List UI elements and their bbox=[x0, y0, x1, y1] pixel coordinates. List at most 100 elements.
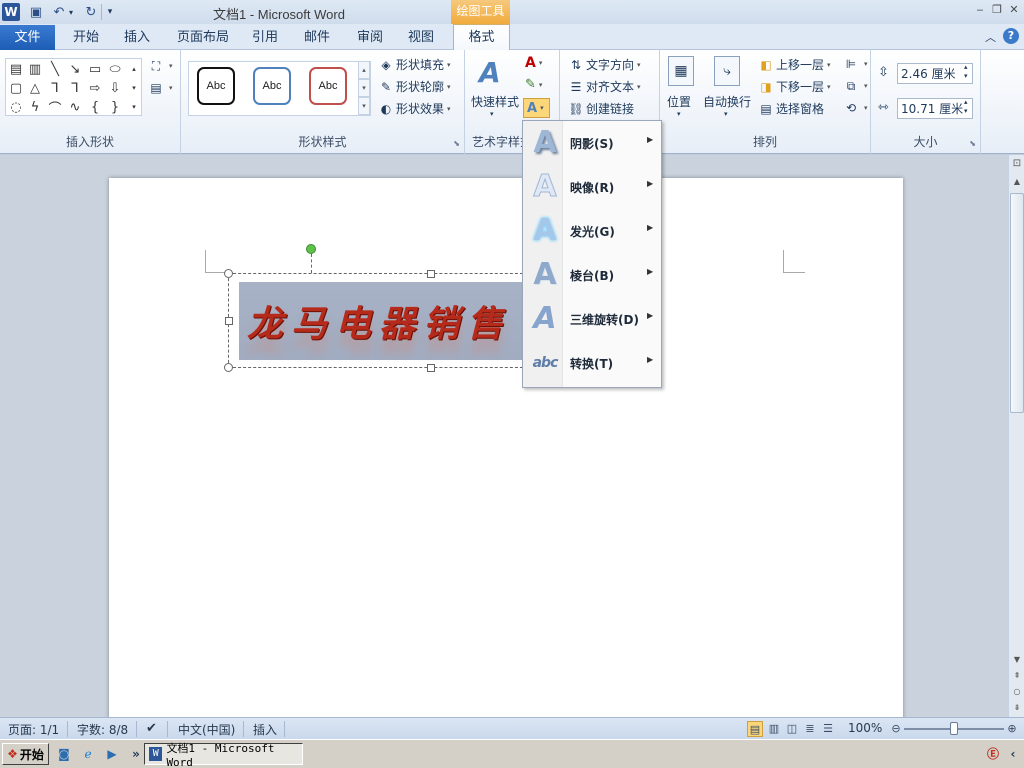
tray-expand-icon[interactable]: ‹ bbox=[1005, 746, 1021, 762]
text-outline-icon[interactable]: ✎ ▾ bbox=[525, 77, 542, 92]
outline-view-icon[interactable]: ≣ bbox=[802, 721, 818, 737]
redo-icon[interactable]: ↻ bbox=[82, 3, 100, 21]
page-count[interactable]: 页面: 1/1 bbox=[8, 721, 59, 738]
rotate-button[interactable]: ⟲ ▾ bbox=[843, 100, 868, 116]
style-preview-blue[interactable]: Abc bbox=[253, 67, 291, 105]
desktop-icon[interactable]: ◙ bbox=[56, 746, 72, 762]
shapes-gallery[interactable]: ▤ ▥ ╲ ↘ ▭ ⬭ ▢ △ ⅂ ⅂ ⇨ ⇩ ◌ ϟ ⌒ ∿ { } ▴ ▾ … bbox=[5, 58, 142, 117]
taskbar-word-button[interactable]: W 文档1 - Microsoft Word bbox=[144, 742, 303, 768]
tab-page-layout[interactable]: 页面布局 bbox=[177, 28, 229, 48]
style-gallery-up-icon[interactable]: ▴ bbox=[358, 61, 370, 79]
menu-item-transform[interactable]: abc 转换(T) ▶ bbox=[523, 341, 661, 385]
shape-fill-button[interactable]: ◈ 形状填充 ▾ bbox=[378, 56, 450, 73]
triangle-shape-icon[interactable]: △ bbox=[26, 79, 44, 97]
zoom-out-icon[interactable]: ⊖ bbox=[888, 721, 904, 737]
web-layout-icon[interactable]: ◫ bbox=[784, 721, 800, 737]
zoom-slider-thumb[interactable] bbox=[950, 722, 958, 735]
right-arrow-shape-icon[interactable]: ⇨ bbox=[86, 79, 104, 97]
wordart-textbox[interactable]: 龙马电器销售 bbox=[224, 269, 533, 372]
help-icon[interactable]: ? bbox=[1003, 28, 1019, 44]
text-direction-button[interactable]: ⇅ 文字方向 ▾ bbox=[568, 56, 641, 73]
menu-item-reflection[interactable]: A 映像(R) ▶ bbox=[523, 165, 661, 209]
browse-object-icon[interactable]: ○ bbox=[1009, 685, 1024, 699]
restore-button[interactable]: ❐ bbox=[989, 3, 1005, 17]
align-text-button[interactable]: ☰ 对齐文本 ▾ bbox=[568, 78, 641, 95]
document-page[interactable]: 龙马电器销售 bbox=[109, 178, 903, 728]
freeform-shape-icon[interactable]: ◌ bbox=[7, 98, 25, 116]
send-backward-button[interactable]: ◨ 下移一层 ▾ bbox=[758, 78, 830, 95]
menu-item-shadow[interactable]: A 阴影(S) ▶ bbox=[523, 121, 661, 165]
shape-width-field[interactable]: 10.71 厘米 bbox=[897, 98, 973, 119]
shape-effects-button[interactable]: ◐ 形状效果 ▾ bbox=[378, 100, 451, 117]
arc-shape-icon[interactable]: ⌒ bbox=[46, 98, 64, 117]
right-brace-shape-icon[interactable]: } bbox=[106, 98, 124, 116]
start-button[interactable]: ❖ 开始 bbox=[2, 743, 49, 765]
tab-mailings[interactable]: 邮件 bbox=[304, 28, 330, 48]
style-gallery-more-icon[interactable]: ▾ bbox=[358, 97, 370, 115]
left-brace-shape-icon[interactable]: { bbox=[86, 98, 104, 116]
gallery-up-icon[interactable]: ▴ bbox=[127, 60, 141, 78]
width-spinner-icon[interactable]: ▴ ▾ bbox=[964, 98, 968, 116]
menu-item-bevel[interactable]: A 棱台(B) ▶ bbox=[523, 253, 661, 297]
gallery-down-icon[interactable]: ▾ bbox=[127, 79, 141, 97]
align-button[interactable]: ⊫ ▾ bbox=[843, 56, 868, 72]
full-screen-reading-icon[interactable]: ▥ bbox=[766, 721, 782, 737]
tab-review[interactable]: 审阅 bbox=[357, 28, 383, 48]
internet-explorer-icon[interactable]: ℯ bbox=[80, 746, 96, 762]
wrap-dropdown-icon[interactable]: ▾ bbox=[724, 110, 728, 118]
tab-references[interactable]: 引用 bbox=[252, 28, 278, 48]
resize-handle-left[interactable] bbox=[225, 317, 233, 325]
quick-launch-more-icon[interactable]: » bbox=[128, 746, 144, 762]
wrap-text-button[interactable]: 自动换行 bbox=[703, 93, 751, 110]
draft-view-icon[interactable]: ☰ bbox=[820, 721, 836, 737]
rounded-rect-shape-icon[interactable]: ▢ bbox=[7, 79, 25, 97]
undo-dropdown-icon[interactable]: ▾ bbox=[66, 3, 76, 21]
next-page-icon[interactable]: ⇟ bbox=[1009, 701, 1024, 715]
minimize-button[interactable]: ‒ bbox=[972, 3, 988, 17]
wordart-text[interactable]: 龙马电器销售 bbox=[247, 295, 511, 347]
create-link-button[interactable]: ⛓ 创建链接 bbox=[568, 100, 634, 117]
gallery-more-icon[interactable]: ▾ bbox=[127, 98, 141, 116]
text-effects-icon[interactable]: A ▾ bbox=[523, 98, 550, 118]
resize-handle-bottom[interactable] bbox=[427, 364, 435, 372]
insert-mode[interactable]: 插入 bbox=[253, 721, 277, 738]
scroll-down-icon[interactable]: ▼ bbox=[1009, 653, 1024, 667]
vertical-scrollbar[interactable]: ⊡ ▲ ▼ ⇞ ○ ⇟ bbox=[1008, 155, 1024, 717]
down-arrow-shape-icon[interactable]: ⇩ bbox=[106, 79, 124, 97]
tab-home[interactable]: 开始 bbox=[73, 28, 99, 48]
customize-quick-access-icon[interactable]: ▾ bbox=[104, 3, 116, 21]
tray-app-icon[interactable]: Ⓔ bbox=[985, 746, 1001, 762]
style-gallery-down-icon[interactable]: ▾ bbox=[358, 79, 370, 97]
menu-item-3d-rotation[interactable]: A 三维旋转(D) ▶ bbox=[523, 297, 661, 341]
shape-outline-button[interactable]: ✎ 形状轮廓 ▾ bbox=[378, 78, 451, 95]
line-shape-icon[interactable]: ╲ bbox=[46, 60, 64, 78]
elbow-arrow-shape-icon[interactable]: ⅂ bbox=[66, 79, 84, 97]
elbow-connector-shape-icon[interactable]: ⅂ bbox=[46, 79, 64, 97]
height-spinner-icon[interactable]: ▴ ▾ bbox=[964, 63, 968, 81]
shape-style-gallery[interactable]: Abc Abc Abc bbox=[188, 61, 371, 116]
resize-handle-bottom-left[interactable] bbox=[224, 363, 233, 372]
text-fill-icon[interactable]: A ▾ bbox=[525, 55, 542, 71]
resize-handle-top[interactable] bbox=[427, 270, 435, 278]
tab-format[interactable]: 格式 bbox=[453, 24, 510, 51]
size-launcher-icon[interactable]: ⬊ bbox=[969, 139, 976, 148]
ruler-toggle-icon[interactable]: ⊡ bbox=[1009, 157, 1024, 171]
previous-page-icon[interactable]: ⇞ bbox=[1009, 669, 1024, 683]
shape-height-field[interactable]: 2.46 厘米 bbox=[897, 63, 973, 84]
shape-styles-launcher-icon[interactable]: ⬊ bbox=[453, 139, 460, 148]
tab-view[interactable]: 视图 bbox=[408, 28, 434, 48]
proofing-icon[interactable]: ✔ bbox=[146, 721, 157, 736]
curve-shape-icon[interactable]: ∿ bbox=[66, 98, 84, 116]
zoom-level[interactable]: 100% bbox=[848, 721, 882, 735]
rotation-handle[interactable] bbox=[306, 244, 316, 254]
vertical-textbox-shape-icon[interactable]: ▥ bbox=[26, 60, 44, 78]
quick-styles-dropdown-icon[interactable]: ▾ bbox=[490, 110, 494, 118]
lightning-shape-icon[interactable]: ϟ bbox=[26, 98, 44, 116]
position-button[interactable]: 位置 bbox=[667, 93, 691, 110]
save-icon[interactable]: ▣ bbox=[27, 3, 45, 21]
draw-textbox-button[interactable]: ▤ ▾ bbox=[148, 80, 172, 96]
edit-shape-button[interactable]: ⛶ ▾ bbox=[148, 58, 173, 74]
close-button[interactable]: ✕ bbox=[1006, 3, 1022, 17]
group-button[interactable]: ⧉ ▾ bbox=[843, 78, 868, 94]
word-app-icon[interactable]: W bbox=[2, 3, 20, 21]
